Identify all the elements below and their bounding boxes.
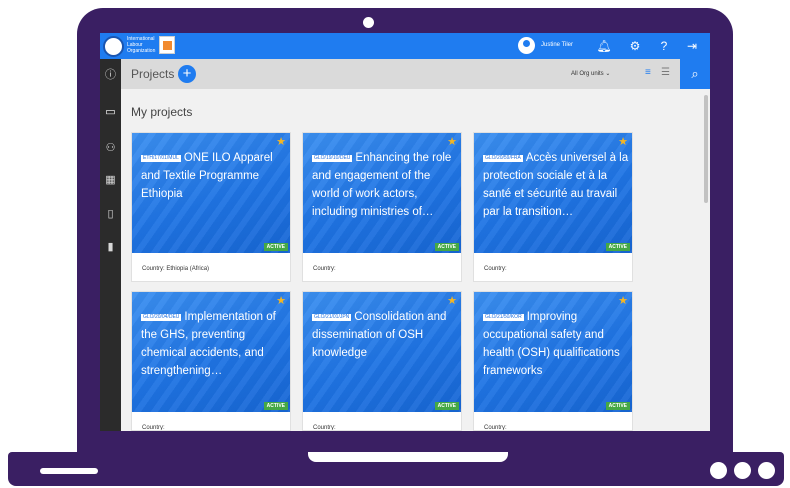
status-badge: ACTIVE <box>434 402 459 410</box>
project-title: GLO/20/59/FRA Accès universel à la protec… <box>483 152 629 218</box>
project-country: Country: <box>484 425 507 431</box>
star-icon[interactable]: ★ <box>618 296 628 307</box>
grid-icon[interactable]: ▦ <box>102 172 119 189</box>
partner-logo <box>159 36 175 54</box>
logout-icon[interactable]: ⇥ <box>684 38 700 54</box>
project-card[interactable]: ★ ETH/17/01/MUL ONE ILO Apparel and Texti… <box>131 132 291 282</box>
project-title: GLO/21/50/KOR Improving occupational safe… <box>483 311 620 377</box>
logo-text: International Labour Organization <box>127 36 156 54</box>
top-bar: International Labour Organization Justin… <box>100 33 710 59</box>
project-country: Country: <box>142 425 165 431</box>
project-country: Country: Ethiopia (Africa) <box>142 266 210 272</box>
project-title: ETH/17/01/MUL ONE ILO Apparel and Textile… <box>141 152 273 200</box>
laptop-base-dot <box>734 462 751 479</box>
star-icon[interactable]: ★ <box>447 137 457 148</box>
people-icon[interactable]: ⚇ <box>102 140 119 157</box>
status-badge: ACTIVE <box>434 243 459 251</box>
projects-toolbar: Projects + All Org units ⌄ ≡ ☰ <box>121 59 680 89</box>
project-country: Country: <box>484 266 507 272</box>
laptop-hinge <box>308 452 508 462</box>
info-icon[interactable]: ⓘ <box>102 67 119 84</box>
laptop-base-dot <box>710 462 727 479</box>
chevron-down-icon: ⌄ <box>605 71 611 77</box>
org-unit-label: All Org units <box>571 71 604 77</box>
star-icon[interactable]: ★ <box>618 137 628 148</box>
project-country: Country: <box>313 266 336 272</box>
page-title: Projects <box>131 67 175 81</box>
sidebar: ⓘ ▭ ⚇ ▦ ▯ ▮ <box>100 59 121 431</box>
org-unit-select[interactable]: All Org units ⌄ <box>571 70 610 77</box>
list-view-icon[interactable]: ≡ <box>645 67 651 79</box>
document-icon[interactable]: ▯ <box>102 206 119 223</box>
add-project-button[interactable]: + <box>178 65 196 83</box>
folder-icon[interactable]: ▭ <box>102 104 119 121</box>
project-card[interactable]: ★ GLO/20/04/DEU Implementation of the GHS… <box>131 291 291 431</box>
compact-list-icon[interactable]: ☰ <box>661 67 670 79</box>
project-code: GLO/20/59/FRA <box>483 155 523 162</box>
user-icon[interactable] <box>518 37 535 54</box>
laptop-base-dot <box>758 462 775 479</box>
project-card[interactable]: ★ GLO/21/50/KOR Improving occupational sa… <box>473 291 633 431</box>
project-title: GLO/20/04/DEU Implementation of the GHS, … <box>141 311 276 377</box>
search-icon[interactable]: ⌕ <box>680 59 710 89</box>
status-badge: ACTIVE <box>605 243 630 251</box>
project-card[interactable]: ★ GLO/19/10/DEU Enhancing the role and en… <box>302 132 462 282</box>
app-screen: International Labour Organization Justin… <box>100 33 710 431</box>
project-card[interactable]: ★ GLO/21/01/JPN Consolidation and dissemi… <box>302 291 462 431</box>
ilo-logo[interactable] <box>103 36 124 57</box>
status-badge: ACTIVE <box>605 402 630 410</box>
star-icon[interactable]: ★ <box>276 137 286 148</box>
star-icon[interactable]: ★ <box>276 296 286 307</box>
project-code: GLO/20/04/DEU <box>141 314 182 321</box>
project-country: Country: <box>313 425 336 431</box>
project-code: GLO/21/01/JPN <box>312 314 352 321</box>
status-badge: ACTIVE <box>263 402 288 410</box>
project-code: GLO/19/10/DEU <box>312 155 353 162</box>
status-badge: ACTIVE <box>263 243 288 251</box>
section-title: My projects <box>131 105 193 119</box>
laptop-base-bar <box>40 468 98 474</box>
bar-chart-icon[interactable]: ▮ <box>102 239 119 256</box>
project-title: GLO/19/10/DEU Enhancing the role and enga… <box>312 152 452 218</box>
laptop-base <box>8 452 784 486</box>
project-title: GLO/21/01/JPN Consolidation and dissemina… <box>312 311 447 359</box>
user-name[interactable]: Justine Tiler <box>541 42 573 48</box>
project-code: GLO/21/50/KOR <box>483 314 524 321</box>
bell-icon[interactable]: 🔔︎ <box>596 38 612 54</box>
camera-dot <box>363 17 374 28</box>
star-icon[interactable]: ★ <box>447 296 457 307</box>
project-card[interactable]: ★ GLO/20/59/FRA Accès universel à la prot… <box>473 132 633 282</box>
scrollbar[interactable] <box>704 95 708 203</box>
project-code: ETH/17/01/MUL <box>141 155 181 162</box>
help-icon[interactable]: ? <box>656 38 672 54</box>
gear-icon[interactable]: ⚙︎ <box>627 38 643 54</box>
